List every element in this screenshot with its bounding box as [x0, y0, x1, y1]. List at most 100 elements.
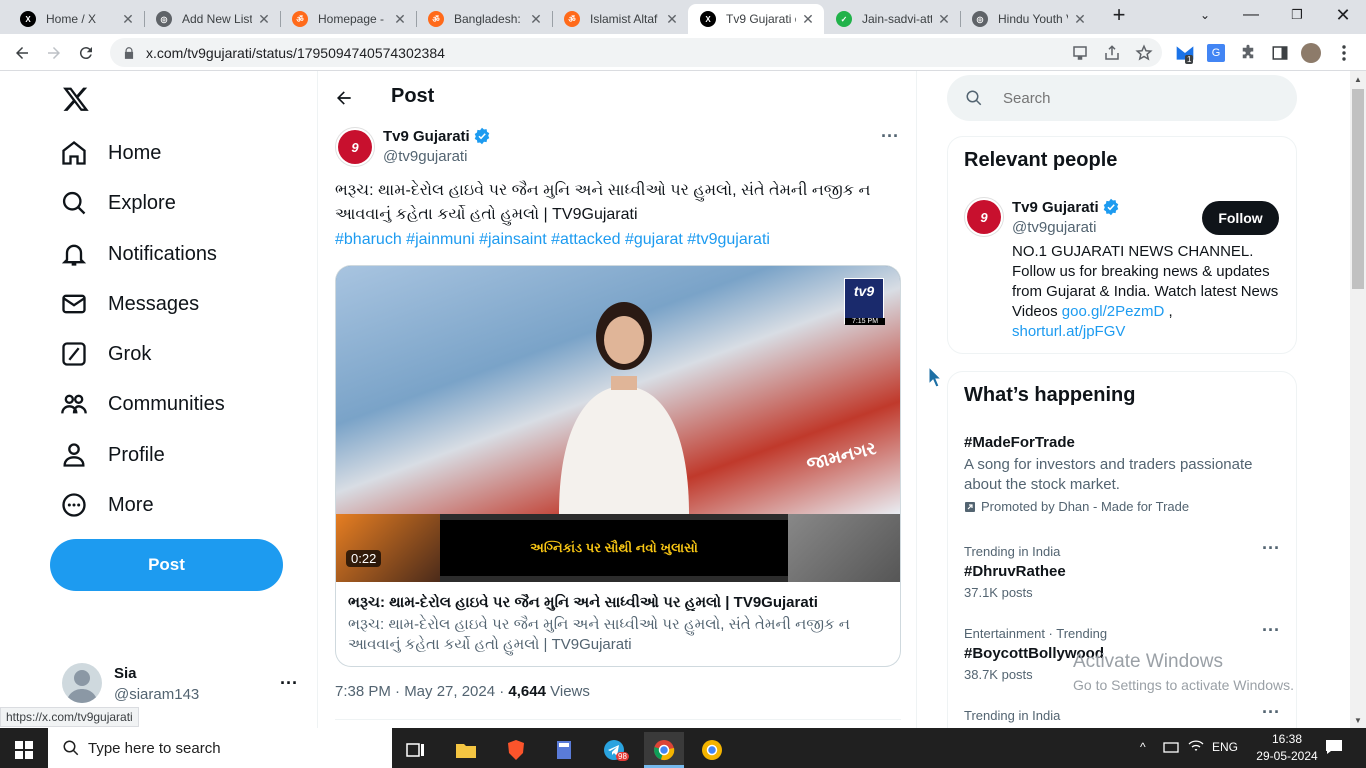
sidebar-item-notifications[interactable]: Notifications [60, 234, 217, 274]
whats-happening-title: What’s happening [964, 384, 1136, 406]
side-panel-icon[interactable] [1270, 43, 1290, 63]
post-more-icon[interactable]: ··· [881, 126, 899, 147]
browser-tab[interactable]: ॐ Islamist Altaf ✕ [552, 4, 688, 34]
relevant-handle[interactable]: @tv9gujarati [1012, 219, 1096, 236]
browser-tab[interactable]: ॐ Bangladesh: I ✕ [416, 4, 552, 34]
scrollbar-thumb[interactable] [1352, 89, 1364, 289]
file-explorer-icon[interactable] [446, 732, 486, 768]
install-app-icon[interactable] [1070, 43, 1090, 63]
tab-close-icon[interactable]: ✕ [664, 11, 680, 28]
extensions-puzzle-icon[interactable] [1238, 43, 1258, 63]
trend-posts: 37.1K posts [964, 585, 1033, 600]
x-logo-icon: X [20, 11, 36, 27]
language-indicator[interactable]: ENG [1212, 740, 1238, 754]
restore-button[interactable]: ❐ [1274, 0, 1320, 30]
reload-button[interactable] [74, 41, 98, 65]
sidebar-item-explore[interactable]: Explore [60, 183, 176, 223]
sidebar-item-communities[interactable]: Communities [60, 384, 225, 424]
arrow-right-icon [48, 47, 60, 59]
sidebar-item-label: Profile [108, 443, 165, 466]
trend-more-icon[interactable]: ··· [1262, 620, 1280, 641]
account-more-icon[interactable]: ··· [280, 673, 298, 694]
forward-button[interactable] [42, 41, 66, 65]
bookmark-star-icon[interactable] [1134, 43, 1154, 63]
browser-tab[interactable]: X Tv9 Gujarati o ✕ [688, 4, 824, 34]
tab-title: Home / X [46, 12, 97, 26]
network-icon[interactable] [1163, 739, 1179, 753]
taskbar-search[interactable]: Type here to search [48, 728, 392, 768]
share-icon[interactable] [1102, 43, 1122, 63]
x-logo-icon[interactable] [62, 85, 90, 113]
author-handle[interactable]: @tv9gujarati [383, 148, 467, 165]
chrome-canary-icon[interactable] [692, 732, 732, 768]
new-tab-button[interactable]: + [1099, 0, 1139, 30]
sidebar-item-grok[interactable]: Grok [60, 334, 151, 374]
relevant-name[interactable]: Tv9 Gujarati [1012, 198, 1120, 216]
promoted-trend[interactable]: #MadeForTrade A song for investors and t… [964, 434, 1284, 514]
trend-item[interactable]: Trending in India ··· [964, 702, 1284, 728]
sidebar-item-label: Grok [108, 342, 152, 365]
account-handle: @siaram143 [114, 686, 200, 703]
task-view-icon[interactable] [396, 732, 436, 768]
windows-start-icon[interactable] [4, 732, 44, 768]
author-avatar[interactable]: 9 [335, 127, 375, 167]
sidebar-item-messages[interactable]: Messages [60, 284, 199, 324]
address-bar[interactable]: x.com/tv9gujarati/status/179509474057430… [110, 38, 1162, 67]
calculator-icon[interactable] [544, 732, 584, 768]
close-window-button[interactable]: ✕ [1320, 0, 1366, 30]
tab-search-chevron-icon[interactable]: ⌄ [1182, 0, 1228, 30]
relevant-avatar[interactable]: 9 [964, 197, 1004, 237]
search-icon [63, 740, 79, 756]
tab-close-icon[interactable]: ✕ [256, 11, 272, 28]
author-name[interactable]: Tv9 Gujarati [383, 127, 491, 145]
trend-item[interactable]: Trending in India #DhruvRathee 37.1K posts… [964, 538, 1284, 600]
search-box[interactable] [947, 75, 1297, 121]
sidebar-item-profile[interactable]: Profile [60, 435, 165, 475]
bio-link-2[interactable]: shorturl.at/jpFGV [1012, 323, 1125, 340]
tab-close-icon[interactable]: ✕ [120, 11, 136, 28]
browser-tab[interactable]: ✓ Jain-sadvi-att ✕ [824, 4, 960, 34]
post-timestamp[interactable]: 7:38 PM · May 27, 2024 · [335, 683, 508, 700]
profile-avatar-icon[interactable] [1301, 43, 1321, 63]
person-icon [60, 441, 88, 469]
tab-close-icon[interactable]: ✕ [800, 11, 816, 28]
grok-icon [60, 340, 88, 368]
chrome-taskbar-icon[interactable] [644, 732, 684, 768]
trend-context: Trending in India [964, 544, 1061, 559]
mail-extension-icon[interactable]: 1 [1175, 43, 1195, 64]
browser-menu-icon[interactable] [1334, 43, 1354, 63]
search-input[interactable] [1003, 89, 1263, 107]
browser-tab[interactable]: X Home / X ✕ [8, 4, 144, 34]
trend-more-icon[interactable]: ··· [1262, 702, 1280, 723]
browser-tab[interactable]: ॐ Homepage - ✕ [280, 4, 416, 34]
trend-more-icon[interactable]: ··· [1262, 538, 1280, 559]
minimize-button[interactable]: — [1228, 0, 1274, 30]
account-switcher[interactable]: Sia @siaram143 ··· [62, 661, 302, 705]
x-page: Home Explore Notifications Messages Grok Comm… [0, 71, 1350, 728]
tab-close-icon[interactable]: ✕ [392, 11, 408, 28]
browser-tab[interactable]: ◎ Add New List ✕ [144, 4, 280, 34]
tv9-logo-icon: 9 [338, 130, 372, 164]
video-player[interactable]: જામનગર tv9 7:15 PM અગ્નિકાંડ પર સૌથી નવો… [335, 265, 901, 582]
tab-close-icon[interactable]: ✕ [528, 11, 544, 28]
back-button[interactable] [10, 41, 34, 65]
back-arrow-icon[interactable] [334, 88, 354, 108]
page-scrollbar[interactable]: ▲ ▼ [1350, 71, 1366, 728]
wifi-icon[interactable] [1188, 739, 1204, 753]
sidebar-post-button[interactable]: Post [50, 539, 283, 591]
translate-icon[interactable]: G [1206, 43, 1226, 63]
clock[interactable]: 16:38 29-05-2024 [1253, 731, 1321, 765]
tab-close-icon[interactable]: ✕ [936, 11, 952, 28]
brave-browser-icon[interactable] [496, 732, 536, 768]
sidebar-item-more[interactable]: More [60, 485, 154, 525]
tab-close-icon[interactable]: ✕ [1072, 11, 1088, 28]
link-card[interactable]: ભરૂચ: થામ-દેરોલ હાઇવે પર જૈન મુનિ અને સા… [335, 581, 901, 667]
post-hashtags[interactable]: #bharuch #jainmuni #jainsaint #attacked … [335, 228, 895, 252]
sidebar-item-home[interactable]: Home [60, 133, 161, 173]
browser-tab[interactable]: ◎ Hindu Youth V ✕ [960, 4, 1096, 34]
follow-button[interactable]: Follow [1202, 201, 1279, 235]
notifications-center-icon[interactable] [1325, 738, 1343, 756]
bio-link-1[interactable]: goo.gl/2PezmD [1062, 303, 1165, 320]
show-hidden-icons-chevron-icon[interactable]: ^ [1140, 740, 1146, 754]
telegram-icon[interactable]: 98 [594, 732, 634, 768]
